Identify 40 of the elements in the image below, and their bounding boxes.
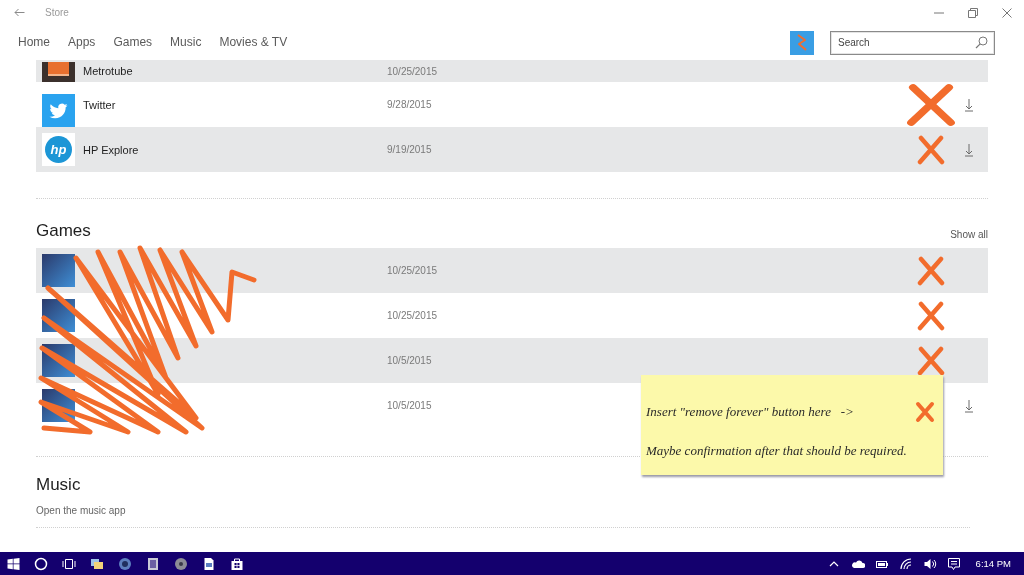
minimize-icon	[934, 11, 944, 14]
arrow-left-icon	[13, 8, 25, 17]
nav-tab[interactable]: Games	[113, 32, 153, 53]
show-all-link[interactable]: Show all	[950, 229, 988, 241]
clock-time[interactable]: 6:14 PM	[965, 558, 1024, 569]
list-row[interactable]: 10/25/2015	[36, 248, 988, 293]
section-heading: Games	[36, 221, 91, 241]
bird-icon	[42, 94, 75, 127]
window-title: Store	[45, 7, 69, 18]
close-icon	[1002, 7, 1012, 18]
note-text: Insert "remove forever" button here ->	[646, 404, 854, 420]
date-text: 9/28/2015	[387, 99, 432, 110]
date-text: 10/5/2015	[387, 355, 432, 366]
nav-tab[interactable]: Home	[18, 32, 50, 53]
search-field[interactable]: Search	[830, 30, 995, 55]
app-name: Twitter	[83, 98, 117, 111]
music-app-link[interactable]: Open the music app	[36, 505, 126, 517]
date-text: 10/25/2015	[387, 65, 438, 77]
section-heading: Music	[36, 475, 81, 495]
list-row[interactable]: hp HP Explore 9/19/2015	[36, 127, 988, 172]
list-row[interactable]: Metrotube 10/25/2015	[36, 60, 988, 82]
download-icon[interactable]	[964, 142, 974, 157]
download-icon[interactable]	[964, 398, 974, 413]
date-text: 10/5/2015	[387, 400, 432, 411]
nav-tab[interactable]: Apps	[68, 32, 96, 53]
app-tile-icon	[42, 62, 75, 82]
nav-tab[interactable]: Music	[170, 32, 202, 53]
lightning-icon[interactable]	[790, 30, 814, 55]
date-text: 9/19/2015	[387, 144, 432, 155]
nav-tab[interactable]: Movies & TV	[219, 32, 288, 53]
search-icon[interactable]	[975, 35, 988, 49]
restore-icon	[968, 7, 978, 18]
note-text: Maybe confirmation after that should be required.	[646, 443, 907, 459]
logo-text: hp	[45, 136, 72, 163]
download-icon[interactable]	[964, 97, 974, 112]
date-text: 10/25/2015	[387, 265, 438, 276]
date-text: 10/25/2015	[387, 310, 438, 321]
app-name: HP Explore	[83, 143, 140, 156]
app-name: Metrotube	[83, 65, 134, 77]
thumbnail-placeholder	[42, 254, 75, 287]
